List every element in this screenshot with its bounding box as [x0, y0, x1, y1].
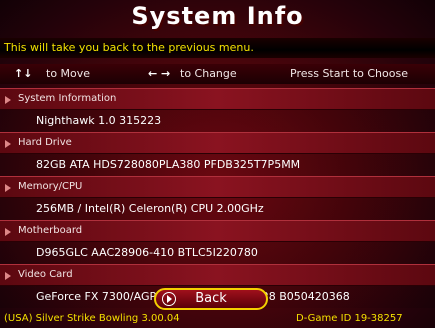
- section-value: 256MB / Intel(R) Celeron(R) CPU 2.00GHz: [0, 198, 435, 220]
- game-version: (USA) Silver Strike Bowling 3.00.04: [4, 313, 180, 324]
- info-list: System Information Nighthawk 1.0 315223 …: [0, 88, 435, 308]
- hint-text: This will take you back to the previous …: [0, 38, 435, 58]
- play-icon: [162, 292, 176, 306]
- section-value: D965GLC AAC28906-410 BTLC5I220780: [0, 242, 435, 264]
- section-label: Video Card: [18, 269, 73, 280]
- section-hard-drive[interactable]: Hard Drive: [0, 132, 435, 154]
- section-arrow-icon: [5, 228, 11, 236]
- back-label: Back: [195, 291, 227, 306]
- section-arrow-icon: [5, 96, 11, 104]
- screen-background: System Info This will take you back to t…: [0, 0, 435, 328]
- section-arrow-icon: [5, 140, 11, 148]
- section-value: Nighthawk 1.0 315223: [0, 110, 435, 132]
- game-id: D-Game ID 19-38257: [296, 313, 403, 324]
- section-label: Memory/CPU: [18, 181, 83, 192]
- section-system-information[interactable]: System Information: [0, 88, 435, 110]
- left-right-arrows-icon: ← →: [148, 67, 171, 80]
- section-label: System Information: [18, 93, 117, 104]
- footer: (USA) Silver Strike Bowling 3.00.04 D-Ga…: [0, 310, 435, 328]
- section-label: Hard Drive: [18, 137, 72, 148]
- section-video-card[interactable]: Video Card: [0, 264, 435, 286]
- section-label: Motherboard: [18, 225, 83, 236]
- section-arrow-icon: [5, 272, 11, 280]
- controls-bar: ↑↓ to Move ← → to Change Press Start to …: [0, 64, 435, 84]
- back-button[interactable]: Back: [154, 288, 268, 310]
- up-down-arrows-icon: ↑↓: [14, 67, 33, 80]
- move-label: to Move: [46, 67, 91, 80]
- change-label: to Change: [180, 67, 237, 80]
- start-label: Press Start to Choose: [290, 67, 408, 80]
- section-motherboard[interactable]: Motherboard: [0, 220, 435, 242]
- section-memory-cpu[interactable]: Memory/CPU: [0, 176, 435, 198]
- page-title: System Info: [131, 2, 304, 30]
- section-value: 82GB ATA HDS728080PLA380 PFDB325T7P5MM: [0, 154, 435, 176]
- section-arrow-icon: [5, 184, 11, 192]
